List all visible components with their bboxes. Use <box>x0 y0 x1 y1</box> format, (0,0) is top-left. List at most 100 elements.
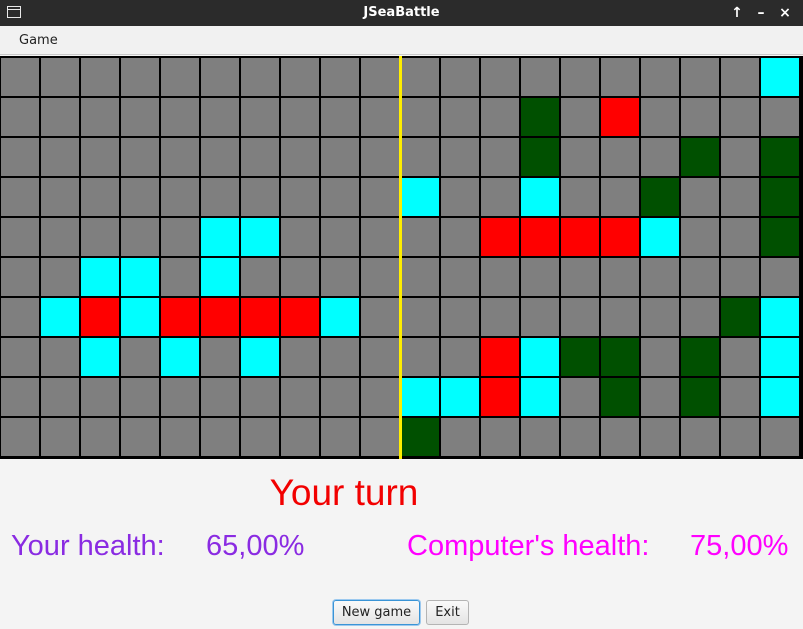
computer-cell-ship[interactable] <box>761 138 799 176</box>
computer-cell-miss[interactable] <box>401 378 439 416</box>
computer-cell-miss[interactable] <box>521 338 559 376</box>
computer-cell-empty[interactable] <box>681 258 719 296</box>
computer-cell-empty[interactable] <box>521 258 559 296</box>
computer-cell-empty[interactable] <box>761 98 799 136</box>
menu-game[interactable]: Game <box>19 33 58 48</box>
computer-cell-empty[interactable] <box>561 258 599 296</box>
computer-cell-empty[interactable] <box>441 418 479 456</box>
computer-cell-empty[interactable] <box>521 298 559 336</box>
computer-cell-empty[interactable] <box>441 178 479 216</box>
computer-cell-empty[interactable] <box>441 98 479 136</box>
computer-cell-empty[interactable] <box>441 218 479 256</box>
computer-cell-hit[interactable] <box>601 218 639 256</box>
computer-cell-empty[interactable] <box>601 258 639 296</box>
computer-cell-empty[interactable] <box>401 58 439 96</box>
computer-cell-empty[interactable] <box>601 418 639 456</box>
computer-cell-empty[interactable] <box>561 98 599 136</box>
computer-cell-empty[interactable] <box>681 58 719 96</box>
computer-cell-empty[interactable] <box>681 98 719 136</box>
computer-cell-empty[interactable] <box>401 258 439 296</box>
computer-cell-empty[interactable] <box>761 258 799 296</box>
computer-cell-empty[interactable] <box>441 338 479 376</box>
computer-cell-empty[interactable] <box>521 58 559 96</box>
computer-cell-empty[interactable] <box>721 178 759 216</box>
computer-cell-ship[interactable] <box>761 178 799 216</box>
computer-cell-empty[interactable] <box>641 298 679 336</box>
computer-cell-empty[interactable] <box>601 58 639 96</box>
computer-cell-empty[interactable] <box>641 418 679 456</box>
computer-cell-empty[interactable] <box>481 138 519 176</box>
computer-cell-miss[interactable] <box>401 178 439 216</box>
computer-cell-empty[interactable] <box>401 298 439 336</box>
computer-cell-ship[interactable] <box>401 418 439 456</box>
computer-cell-empty[interactable] <box>401 338 439 376</box>
computer-cell-empty[interactable] <box>401 138 439 176</box>
computer-cell-empty[interactable] <box>561 58 599 96</box>
computer-cell-empty[interactable] <box>561 138 599 176</box>
computer-cell-ship[interactable] <box>521 138 559 176</box>
computer-cell-hit[interactable] <box>601 98 639 136</box>
computer-cell-ship[interactable] <box>521 98 559 136</box>
computer-cell-empty[interactable] <box>561 178 599 216</box>
computer-cell-empty[interactable] <box>761 418 799 456</box>
computer-cell-empty[interactable] <box>481 258 519 296</box>
computer-cell-empty[interactable] <box>481 298 519 336</box>
computer-cell-ship[interactable] <box>681 138 719 176</box>
computer-cell-miss[interactable] <box>441 378 479 416</box>
computer-cell-empty[interactable] <box>481 98 519 136</box>
computer-cell-empty[interactable] <box>561 298 599 336</box>
computer-cell-empty[interactable] <box>401 98 439 136</box>
computer-cell-empty[interactable] <box>721 138 759 176</box>
computer-cell-empty[interactable] <box>561 418 599 456</box>
maximize-icon[interactable]: ↑ <box>728 4 746 22</box>
computer-cell-empty[interactable] <box>481 58 519 96</box>
computer-cell-ship[interactable] <box>761 218 799 256</box>
computer-cell-miss[interactable] <box>641 218 679 256</box>
exit-button[interactable]: Exit <box>426 600 469 625</box>
computer-cell-ship[interactable] <box>601 338 639 376</box>
computer-cell-miss[interactable] <box>761 378 799 416</box>
computer-cell-ship[interactable] <box>641 178 679 216</box>
computer-cell-empty[interactable] <box>441 298 479 336</box>
computer-cell-empty[interactable] <box>481 178 519 216</box>
computer-cell-miss[interactable] <box>761 338 799 376</box>
computer-cell-empty[interactable] <box>721 258 759 296</box>
computer-cell-miss[interactable] <box>521 178 559 216</box>
computer-cell-empty[interactable] <box>641 378 679 416</box>
computer-cell-empty[interactable] <box>481 418 519 456</box>
computer-cell-empty[interactable] <box>641 58 679 96</box>
computer-cell-empty[interactable] <box>441 138 479 176</box>
computer-cell-ship[interactable] <box>681 378 719 416</box>
computer-cell-empty[interactable] <box>441 258 479 296</box>
computer-cell-miss[interactable] <box>521 378 559 416</box>
computer-cell-empty[interactable] <box>561 378 599 416</box>
computer-cell-empty[interactable] <box>641 98 679 136</box>
computer-cell-empty[interactable] <box>721 338 759 376</box>
close-icon[interactable]: × <box>776 4 794 22</box>
computer-cell-empty[interactable] <box>641 338 679 376</box>
computer-cell-empty[interactable] <box>521 418 559 456</box>
new-game-button[interactable]: New game <box>333 600 420 625</box>
computer-cell-hit[interactable] <box>481 218 519 256</box>
computer-cell-empty[interactable] <box>641 258 679 296</box>
computer-cell-empty[interactable] <box>601 298 639 336</box>
computer-cell-empty[interactable] <box>721 98 759 136</box>
computer-cell-empty[interactable] <box>601 138 639 176</box>
computer-cell-ship[interactable] <box>681 338 719 376</box>
computer-cell-hit[interactable] <box>561 218 599 256</box>
computer-cell-empty[interactable] <box>721 418 759 456</box>
computer-cell-empty[interactable] <box>721 58 759 96</box>
computer-cell-empty[interactable] <box>601 178 639 216</box>
computer-cell-empty[interactable] <box>441 58 479 96</box>
computer-cell-empty[interactable] <box>641 138 679 176</box>
computer-cell-hit[interactable] <box>481 378 519 416</box>
computer-cell-hit[interactable] <box>481 338 519 376</box>
computer-cell-ship[interactable] <box>601 378 639 416</box>
minimize-icon[interactable]: – <box>752 4 770 22</box>
computer-cell-hit[interactable] <box>521 218 559 256</box>
computer-cell-empty[interactable] <box>401 218 439 256</box>
computer-cell-empty[interactable] <box>721 378 759 416</box>
computer-cell-empty[interactable] <box>681 218 719 256</box>
computer-cell-ship[interactable] <box>561 338 599 376</box>
computer-cell-empty[interactable] <box>681 298 719 336</box>
